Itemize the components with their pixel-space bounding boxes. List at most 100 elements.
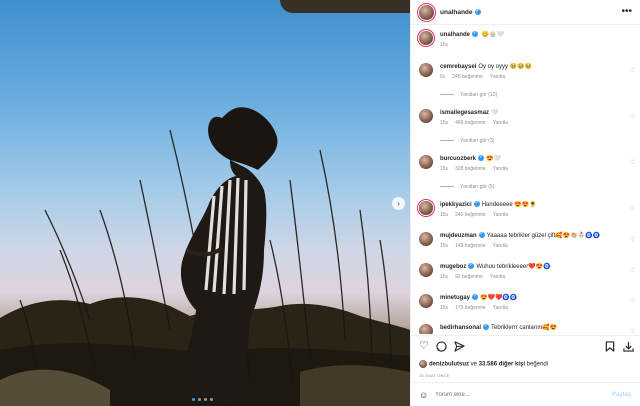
comment-text: Tebriklerrr canlarım🥰😍 <box>491 325 558 331</box>
comment-text: Handeeeee 😍😍🌻 <box>481 202 537 208</box>
post-photo[interactable]: › <box>0 0 410 406</box>
comment-like-heart-icon[interactable]: ♡ <box>630 159 635 166</box>
carousel-dots <box>192 398 213 401</box>
reply-button[interactable]: Yanıtla <box>490 74 505 80</box>
like-heart-icon[interactable]: ♡ <box>419 341 429 352</box>
likes-and: ve <box>470 361 478 368</box>
commenter-avatar[interactable] <box>419 109 433 123</box>
caption-line: unalhande 😊🧁🤍 <box>440 30 505 38</box>
carousel-dot <box>198 398 201 401</box>
reply-button[interactable]: Yanıtla <box>493 243 508 249</box>
likes-summary[interactable]: denizbulutsuz ve 33.586 diğer kişi beğen… <box>419 360 548 368</box>
comment-time: 15s <box>440 305 449 311</box>
liker-avatar <box>419 360 427 368</box>
next-photo-button[interactable]: › <box>392 197 405 210</box>
comment-likes[interactable]: 245 beğenme <box>452 74 483 80</box>
comment-likes[interactable]: 466 beğenme <box>455 120 486 126</box>
comment-time: 15s <box>440 120 449 126</box>
commenter-username[interactable]: ismailegesasmaz <box>440 110 489 116</box>
verified-icon <box>468 262 475 270</box>
download-icon[interactable] <box>623 341 634 355</box>
more-options-icon[interactable]: ••• <box>621 6 632 17</box>
comment-like-heart-icon[interactable]: ♡ <box>630 298 635 305</box>
caption-time: 15s <box>440 42 449 48</box>
author-avatar[interactable] <box>419 5 434 20</box>
comment-likes[interactable]: 175 beğenme <box>455 305 486 311</box>
photo-top-overlay <box>280 0 410 13</box>
author-username[interactable]: unalhande <box>440 8 481 16</box>
verified-icon <box>472 30 479 38</box>
comment-time: 15s <box>440 274 449 280</box>
commenter-avatar[interactable] <box>419 324 433 334</box>
commenter-username[interactable]: mugeboz <box>440 264 466 270</box>
verified-icon <box>472 293 479 301</box>
commenter-avatar[interactable] <box>419 232 433 246</box>
send-icon[interactable] <box>454 341 465 355</box>
reply-button[interactable]: Yanıtla <box>493 305 508 311</box>
post-header: unalhande ••• <box>411 0 640 25</box>
bookmark-icon[interactable] <box>605 341 615 355</box>
commenter-avatar[interactable] <box>419 201 433 215</box>
comment-input[interactable] <box>435 389 595 401</box>
caption-text: 😊🧁🤍 <box>481 32 505 38</box>
view-replies-button[interactable]: Yanıtları gör (13) <box>440 92 497 98</box>
comment-composer: ☺ Paylaş <box>411 382 640 406</box>
comment-like-heart-icon[interactable]: ♡ <box>630 236 635 243</box>
carousel-dot <box>210 398 213 401</box>
comment-like-heart-icon[interactable]: ♡ <box>630 67 635 74</box>
carousel-dot <box>192 398 195 401</box>
commenter-username[interactable]: ipekkyazici <box>440 202 472 208</box>
comment-icon[interactable] <box>436 341 447 355</box>
comments-list[interactable]: unalhande 😊🧁🤍 15s cemrebayselOy oy oyyy … <box>411 26 640 334</box>
commenter-username[interactable]: cemrebaysel <box>440 64 476 70</box>
view-replies-button[interactable]: Yanıtları gör (3) <box>440 138 494 144</box>
reply-button[interactable]: Yanıtla <box>493 120 508 126</box>
comment-text: 😍❤️❤️🧿🧿 <box>480 295 518 301</box>
commenter-avatar[interactable] <box>419 263 433 277</box>
commenter-avatar[interactable] <box>419 155 433 169</box>
reply-button[interactable]: Yanıtla <box>493 212 508 218</box>
verified-icon <box>483 323 490 331</box>
comment-like-heart-icon[interactable]: ♡ <box>630 267 635 274</box>
post-side-panel: unalhande ••• unalhande 😊🧁🤍 15s cemrebay… <box>410 0 640 406</box>
emoji-icon[interactable]: ☺ <box>419 390 428 400</box>
comment-time: 15s <box>440 243 449 249</box>
comment-text: 😍🤍 <box>486 156 501 162</box>
caption-username[interactable]: unalhande <box>440 32 470 38</box>
liker-username[interactable]: denizbulutsuz <box>429 362 469 368</box>
commenter-username[interactable]: burcuozberk <box>440 156 476 162</box>
caption-meta: 15s <box>440 42 455 48</box>
carousel-dot <box>204 398 207 401</box>
comment-like-heart-icon[interactable]: ♡ <box>630 328 635 334</box>
comment-like-heart-icon[interactable]: ♡ <box>630 205 635 212</box>
comment-text: Wuhuu tebrikleeeer❤️😍🧿 <box>476 264 551 270</box>
verified-icon <box>473 200 480 208</box>
comment-like-heart-icon[interactable]: ♡ <box>630 113 635 120</box>
comment-text: 🤍 <box>491 110 499 116</box>
comment-likes[interactable]: 240 beğenme <box>455 212 486 218</box>
commenter-avatar[interactable] <box>419 294 433 308</box>
reply-button[interactable]: Yanıtla <box>493 166 508 172</box>
author-avatar[interactable] <box>419 31 433 45</box>
comment-text: Yaaaaa tebrikler güzel çift🥰😍👏🏼👶🏻🧿🧿 <box>486 233 601 239</box>
post-comment-button[interactable]: Paylaş <box>612 392 631 398</box>
commenter-username[interactable]: minetugay <box>440 295 470 301</box>
comment-time: 15s <box>440 212 449 218</box>
view-replies-button[interactable]: Yanıtları gör (5) <box>440 184 494 190</box>
likes-count[interactable]: 33.586 diğer kişi <box>479 362 525 368</box>
commenter-username[interactable]: bedirhansonal <box>440 325 481 331</box>
verified-icon <box>478 231 485 239</box>
verified-icon <box>474 8 481 16</box>
post-date: 15 SAAT ÖNCE <box>419 373 450 378</box>
post-action-bar: ♡ <box>411 335 640 355</box>
verified-icon <box>478 154 485 162</box>
comment-likes[interactable]: 328 beğenme <box>455 166 486 172</box>
likes-suffix: beğendi <box>526 361 549 368</box>
reply-button[interactable]: Yanıtla <box>490 274 505 280</box>
photo-scene <box>0 107 410 406</box>
comment-likes[interactable]: 149 beğenme <box>455 243 486 249</box>
comment-likes[interactable]: 92 beğenme <box>455 274 483 280</box>
commenter-avatar[interactable] <box>419 63 433 77</box>
comment-text: Oy oy oyyy 🥹🥹🥹 <box>478 64 533 70</box>
commenter-username[interactable]: mujdeuzman <box>440 233 477 239</box>
